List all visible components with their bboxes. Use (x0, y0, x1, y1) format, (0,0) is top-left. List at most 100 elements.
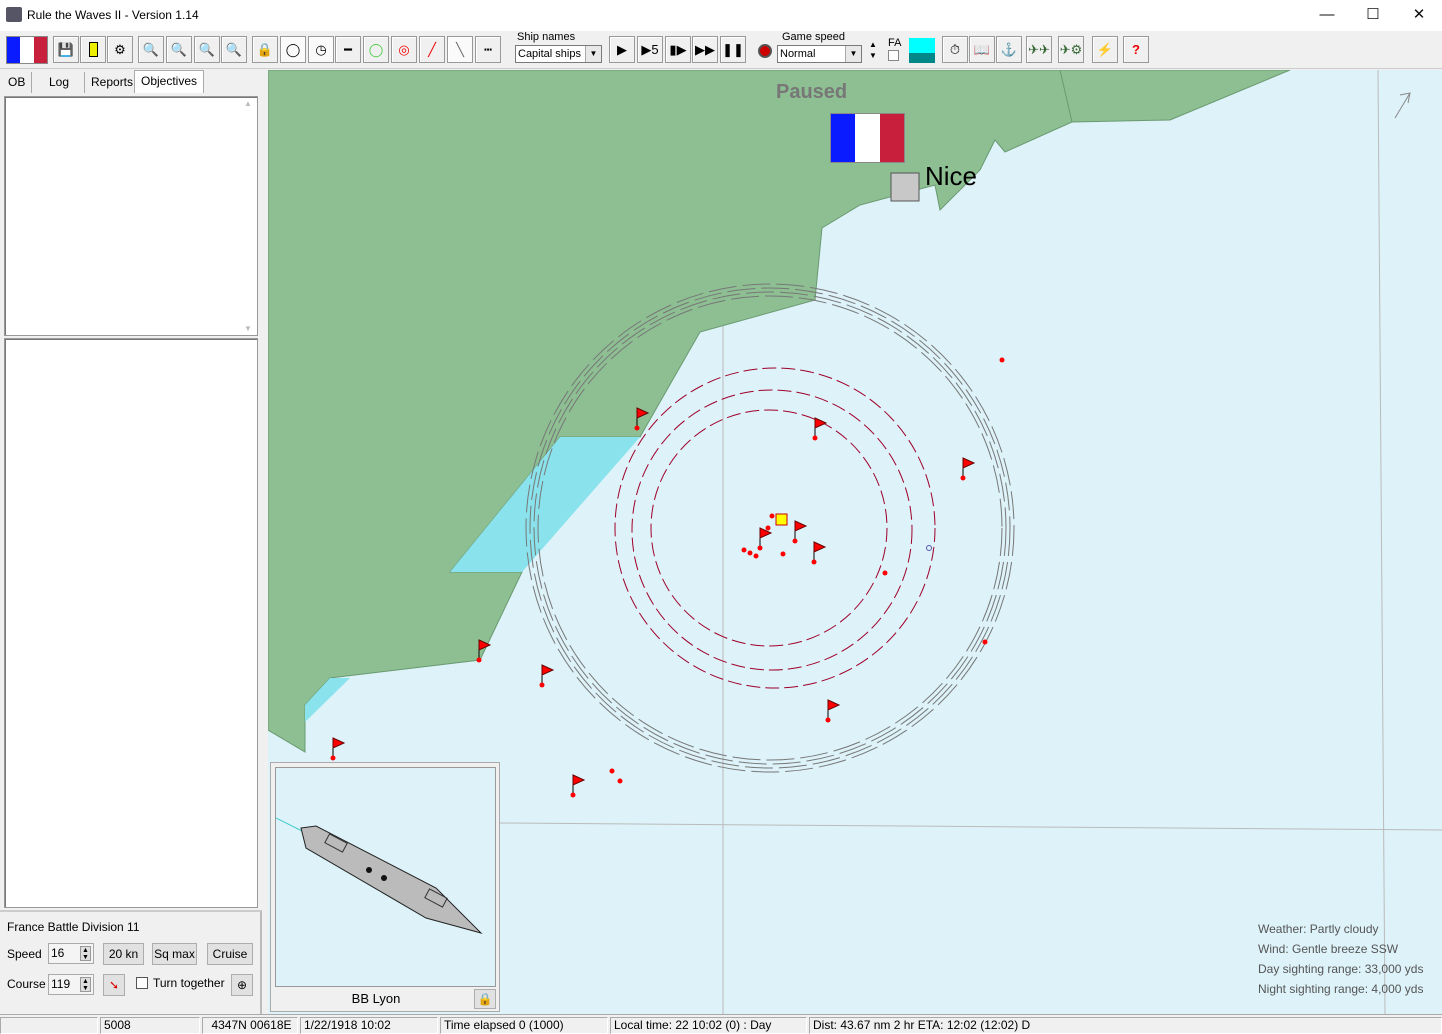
ship-flag-marker[interactable] (825, 699, 841, 723)
ship-flag-marker[interactable] (570, 774, 586, 798)
spinner-arrows-icon[interactable]: ▲ ▼ (80, 977, 91, 992)
ship-flag-marker[interactable] (812, 417, 828, 441)
tab-ob[interactable]: OB (2, 72, 33, 93)
set-course-arrow-icon[interactable]: ➘ (103, 974, 125, 996)
course-value: 119 (51, 977, 71, 991)
contact-dot[interactable] (609, 768, 615, 774)
play-icon[interactable]: ▶ (609, 36, 635, 63)
spinner-arrows-icon[interactable]: ▲ ▼ (80, 946, 91, 961)
contact-dot[interactable] (747, 550, 753, 556)
chevron-down-icon: ▼ (845, 46, 861, 62)
game-speed-value: Normal (780, 48, 816, 60)
close-button[interactable]: ✕ (1396, 0, 1442, 31)
target-icon[interactable]: ◎ (391, 36, 417, 63)
paused-label: Paused (776, 81, 848, 103)
turn-together-label: Turn together (153, 976, 225, 990)
lock-icon[interactable]: 🔒 (474, 989, 496, 1009)
ship-names-label: Ship names (517, 31, 576, 43)
ship-flag-marker[interactable] (811, 541, 827, 565)
measure-line-icon[interactable]: ╱ (419, 36, 445, 63)
port-icon[interactable] (890, 172, 920, 202)
status-position: 4347N 00618E (202, 1017, 298, 1034)
stopwatch-icon[interactable]: ⏱ (942, 36, 968, 63)
cruise-button[interactable]: Cruise (207, 943, 253, 965)
clock-circle-icon[interactable]: ◷ (308, 36, 334, 63)
ship-flag-marker[interactable] (792, 520, 808, 544)
contact-dot[interactable] (882, 570, 888, 576)
range-circle-icon[interactable]: ◯ (280, 36, 306, 63)
night-sighting-text: Night sighting range: 4,000 yds (1258, 982, 1424, 996)
line-icon[interactable]: ━ (335, 36, 361, 63)
zoom-out-x5-icon[interactable]: 🔍 (194, 36, 220, 63)
ship-flag-marker[interactable] (539, 664, 555, 688)
settings-gears-icon[interactable]: ⚙ (107, 36, 133, 63)
contact-dot[interactable] (999, 357, 1005, 363)
contact-dot[interactable] (769, 513, 775, 519)
zoom-reset-icon[interactable]: 🔍 (221, 36, 247, 63)
tab-objectives[interactable]: Objectives (134, 70, 205, 93)
sq-max-button[interactable]: Sq max (152, 943, 197, 965)
torpedo-icon[interactable]: ╲ (447, 36, 473, 63)
status-cell (0, 1017, 98, 1034)
turn-together-checkbox[interactable] (136, 977, 148, 989)
speed-spinner[interactable]: ▲ ▼ (866, 39, 880, 63)
ship-names-select[interactable]: Capital ships ▼ (515, 45, 602, 63)
course-input[interactable]: 119 ▲ ▼ (48, 974, 94, 995)
maximize-button[interactable]: ☐ (1350, 0, 1396, 31)
aircraft-settings-icon[interactable]: ✈⚙ (1058, 36, 1084, 63)
city-label-nice[interactable]: Nice (925, 161, 977, 192)
ship-view (275, 767, 496, 987)
contact-dot[interactable] (617, 778, 623, 784)
status-bar: 5008 4347N 00618E 1/22/1918 10:02 Time e… (0, 1014, 1442, 1034)
scrollbar[interactable]: ▲ ▼ (241, 99, 255, 333)
lightning-icon[interactable]: ⚡ (1092, 36, 1118, 63)
contact-dot[interactable] (982, 639, 988, 645)
game-speed-select[interactable]: Normal ▼ (777, 45, 862, 63)
nation-flag-button[interactable] (6, 36, 48, 64)
zoom-out-icon[interactable]: 🔍 (166, 36, 192, 63)
title-bar: Rule the Waves II - Version 1.14 — ☐ ✕ (0, 0, 1442, 31)
contact-dot[interactable] (780, 551, 786, 557)
objectives-list[interactable]: ▲ ▼ (4, 96, 258, 336)
wind-arrow-icon (1394, 92, 1411, 119)
20kn-button[interactable]: 20 kn (103, 943, 144, 965)
weather-text: Weather: Partly cloudy (1258, 922, 1379, 936)
ship-flag-marker[interactable] (960, 457, 976, 481)
save-icon[interactable]: 💾 (53, 36, 79, 63)
fa-checkbox[interactable] (888, 50, 899, 61)
green-circle-icon[interactable]: ◯ (363, 36, 389, 63)
waypoint-marker[interactable] (926, 545, 932, 551)
status-time-elapsed: Time elapsed 0 (1000) (440, 1017, 608, 1034)
ship-flag-marker[interactable] (330, 737, 346, 761)
tactical-map[interactable]: Paused Nice BB Lyon 🔒 Weather: Partly cl… (268, 70, 1442, 1014)
pause-icon[interactable]: ❚❚ (720, 36, 746, 63)
division-name: France Battle Division 11 (7, 920, 140, 934)
book-icon[interactable]: 📖 (969, 36, 995, 63)
tab-log[interactable]: Log (43, 72, 85, 93)
flagship-marker[interactable] (775, 513, 788, 526)
lock-icon[interactable]: 🔒 (252, 36, 278, 63)
game-speed-label: Game speed (782, 31, 845, 43)
contact-dot[interactable] (753, 553, 759, 559)
help-button[interactable]: ? (1123, 36, 1149, 63)
speed-input[interactable]: 16 ▲ ▼ (48, 943, 94, 964)
tab-reports[interactable]: Reports (85, 72, 141, 93)
step-icon[interactable]: ▮▶ (665, 36, 691, 63)
fast-forward-icon[interactable]: ▶▶ (692, 36, 718, 63)
unknown-ship-icon[interactable]: ⚓ (996, 36, 1022, 63)
aircraft-group-icon[interactable]: ✈✈ (1026, 36, 1052, 63)
play-5-icon[interactable]: ▶5 (637, 36, 663, 63)
dotted-line-icon[interactable]: ┅ (475, 36, 501, 63)
record-icon[interactable] (758, 44, 772, 58)
ship-flag-marker[interactable] (757, 527, 773, 551)
contact-dot[interactable] (741, 547, 747, 553)
status-date: 1/22/1918 10:02 (300, 1017, 438, 1034)
gun-range-ring (631, 389, 913, 671)
exit-door-icon[interactable] (80, 36, 106, 63)
contact-dot[interactable] (765, 525, 771, 531)
minimize-button[interactable]: — (1304, 0, 1350, 31)
nation-flag (830, 113, 905, 163)
crosshair-icon[interactable]: ⊕ (231, 974, 253, 996)
weather-sky-icon[interactable] (909, 38, 935, 63)
zoom-in-icon[interactable]: 🔍 (138, 36, 164, 63)
